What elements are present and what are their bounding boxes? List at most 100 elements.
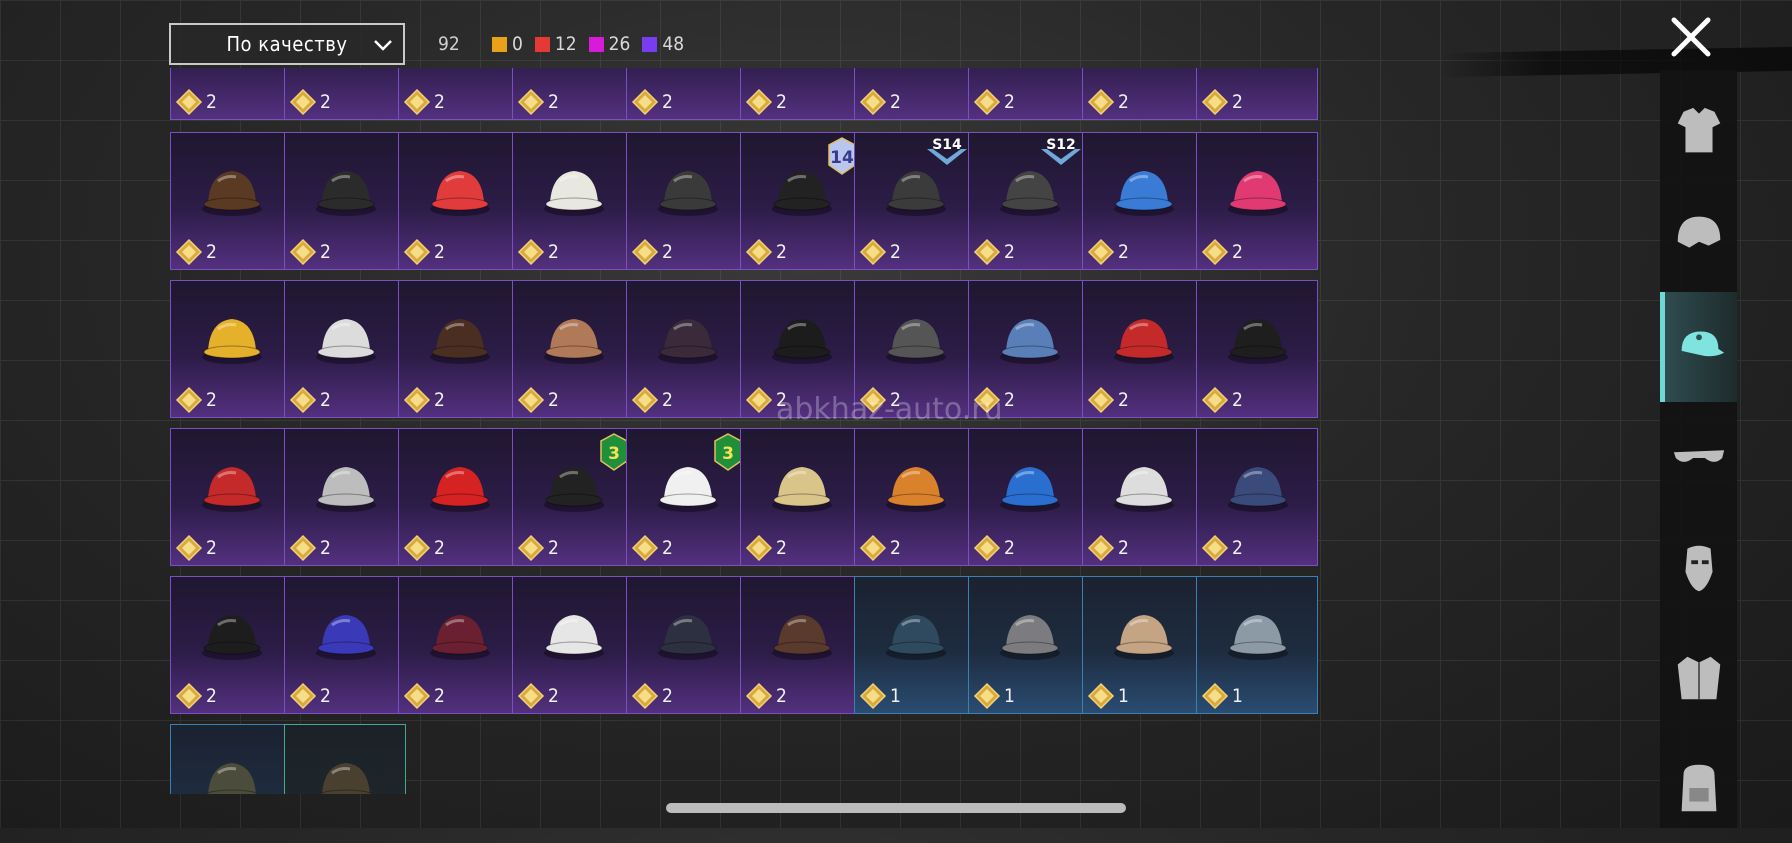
item-card-garrison-cap[interactable]: 2 xyxy=(1196,428,1318,566)
close-button[interactable] xyxy=(1668,14,1714,60)
item-card-hat[interactable]: 2 xyxy=(512,68,634,120)
item-card-swim-cap[interactable]: 2 xyxy=(968,428,1090,566)
item-card-burger-hat[interactable]: 2 xyxy=(854,428,976,566)
item-card-beret[interactable]: 2 xyxy=(1196,132,1318,270)
diamond-currency-icon xyxy=(517,88,545,116)
active-indicator xyxy=(1660,292,1665,402)
item-card-flat-cap[interactable]: 1 xyxy=(968,576,1090,714)
item-card-cowboy-hat[interactable]: 2 xyxy=(398,280,520,418)
item-card-turban[interactable]: 2 xyxy=(512,132,634,270)
fedora-icon xyxy=(202,467,262,512)
hat-icon xyxy=(1108,68,1180,77)
price-value: 2 xyxy=(434,241,445,263)
item-card-baseball-cap[interactable]: 2 xyxy=(170,576,292,714)
item-card-fedora[interactable]: 2 xyxy=(170,428,292,566)
item-card-dark-hair[interactable]: 2 xyxy=(284,132,406,270)
item-card-winter-hat[interactable]: 2 xyxy=(1082,132,1204,270)
sidebar-tab-jacket[interactable] xyxy=(1660,623,1737,733)
diamond-currency-icon xyxy=(631,88,659,116)
item-card-skull-cap[interactable]: 2 xyxy=(626,280,748,418)
item-card-camo-cap[interactable]: 1 xyxy=(170,724,292,794)
motorcycle-helmet-icon xyxy=(658,171,718,216)
price-value: 2 xyxy=(1004,91,1015,113)
item-card-hat[interactable]: 2 xyxy=(1196,68,1318,120)
item-card-spartan-helmet[interactable]: S14 2 xyxy=(854,132,976,270)
aviator-helmet-icon xyxy=(772,615,832,660)
item-card-hat[interactable]: 2 xyxy=(284,68,406,120)
item-card-patrol-cap[interactable]: 1 xyxy=(284,724,406,794)
blue-beret-icon xyxy=(886,615,946,660)
item-card-space-helmet[interactable]: S12 2 xyxy=(968,132,1090,270)
price-value: 2 xyxy=(890,241,901,263)
item-card-hat[interactable]: 2 xyxy=(968,68,1090,120)
price-value: 2 xyxy=(1118,91,1129,113)
item-card-tan-cap[interactable]: 1 xyxy=(1082,576,1204,714)
item-card-hat[interactable]: 2 xyxy=(626,68,748,120)
item-card-red-bucket-hat[interactable]: 2 xyxy=(398,428,520,566)
sidebar-tab-backpack[interactable] xyxy=(1660,733,1737,843)
item-price: 2 xyxy=(175,238,217,266)
item-price: 2 xyxy=(517,88,559,116)
sidebar-tab-helmet[interactable] xyxy=(1660,181,1737,291)
jacket-icon xyxy=(1677,656,1720,700)
sidebar-tab-outfit[interactable] xyxy=(1660,78,1737,188)
item-price: 1 xyxy=(973,682,1015,710)
season-badge: S12 xyxy=(1039,135,1083,174)
item-card-hat[interactable]: 2 xyxy=(740,68,862,120)
legend-item: 26 xyxy=(588,33,630,55)
quality-swatch xyxy=(534,36,550,52)
flat-cap-icon xyxy=(1000,615,1060,660)
home-indicator[interactable] xyxy=(666,803,1126,813)
price-value: 2 xyxy=(320,241,331,263)
item-card-aviator-helmet[interactable]: 2 xyxy=(740,576,862,714)
item-card-hat[interactable]: 2 xyxy=(1082,68,1204,120)
item-card-hat[interactable]: 2 xyxy=(170,68,292,120)
sidebar-tab-face-mask[interactable] xyxy=(1660,513,1737,623)
item-card-head-mirror[interactable]: 2 xyxy=(1082,428,1204,566)
item-card-blue-cap[interactable]: 2 xyxy=(284,576,406,714)
item-card-denim-bucket-hat[interactable]: 2 xyxy=(626,576,748,714)
item-card-argyle-bandana[interactable]: 2 xyxy=(512,576,634,714)
item-card-hat[interactable]: 2 xyxy=(854,68,976,120)
item-price: 2 xyxy=(403,534,445,562)
item-card-wine-fedora[interactable]: 2 xyxy=(398,576,520,714)
sort-dropdown[interactable]: По качеству xyxy=(169,23,405,65)
item-price: 2 xyxy=(1201,534,1243,562)
svg-text:S12: S12 xyxy=(1046,137,1076,153)
item-grid[interactable]: 2 2 2 2 2 2 2 2 2 2 2 2 2 2 2 14 2 S14 2 S12 2 2 2 2 2 2 2 2 2 2 2 2 2 2 2… xyxy=(170,68,1470,794)
item-card-bucket-hat[interactable]: 2 xyxy=(170,280,292,418)
item-price: 2 xyxy=(175,682,217,710)
item-price: 2 xyxy=(973,534,1015,562)
item-card-blue-beret[interactable]: 1 xyxy=(854,576,976,714)
swim-cap-icon xyxy=(1000,467,1060,512)
diamond-currency-icon xyxy=(403,88,431,116)
item-card-bandana[interactable]: 2 xyxy=(398,132,520,270)
price-value: 2 xyxy=(890,91,901,113)
item-card-shark-mask[interactable]: 2 xyxy=(284,428,406,566)
sidebar-tab-cap[interactable] xyxy=(1660,292,1737,402)
red-bucket-hat-icon xyxy=(430,467,490,512)
item-card-black-cowboy-hat[interactable]: 32 xyxy=(512,428,634,566)
price-value: 2 xyxy=(320,91,331,113)
item-card-flower-crown[interactable]: 32 xyxy=(626,428,748,566)
diamond-currency-icon xyxy=(973,682,1001,710)
sidebar-tab-glasses[interactable] xyxy=(1660,403,1737,513)
item-card-top-hat[interactable]: 2 xyxy=(1196,280,1318,418)
item-price: 2 xyxy=(403,682,445,710)
item-card-hat[interactable]: 2 xyxy=(398,68,520,120)
item-price: 2 xyxy=(289,534,331,562)
item-card-officer-cap[interactable]: 14 2 xyxy=(740,132,862,270)
hat-icon xyxy=(538,68,610,77)
price-value: 2 xyxy=(662,91,673,113)
ice-cream-hat-icon xyxy=(772,467,832,512)
item-card-brown-hair[interactable]: 2 xyxy=(170,132,292,270)
quality-swatch xyxy=(642,36,658,52)
diamond-currency-icon xyxy=(1087,238,1115,266)
item-card-motorcycle-helmet[interactable]: 2 xyxy=(626,132,748,270)
item-price: 2 xyxy=(175,386,217,414)
item-card-conical-hat[interactable]: 2 xyxy=(512,280,634,418)
item-card-grey-cap[interactable]: 1 xyxy=(1196,576,1318,714)
item-card-soccer-ball-helmet[interactable]: 2 xyxy=(284,280,406,418)
item-card-ice-cream-hat[interactable]: 2 xyxy=(740,428,862,566)
item-card-red-beret[interactable]: 2 xyxy=(1082,280,1204,418)
